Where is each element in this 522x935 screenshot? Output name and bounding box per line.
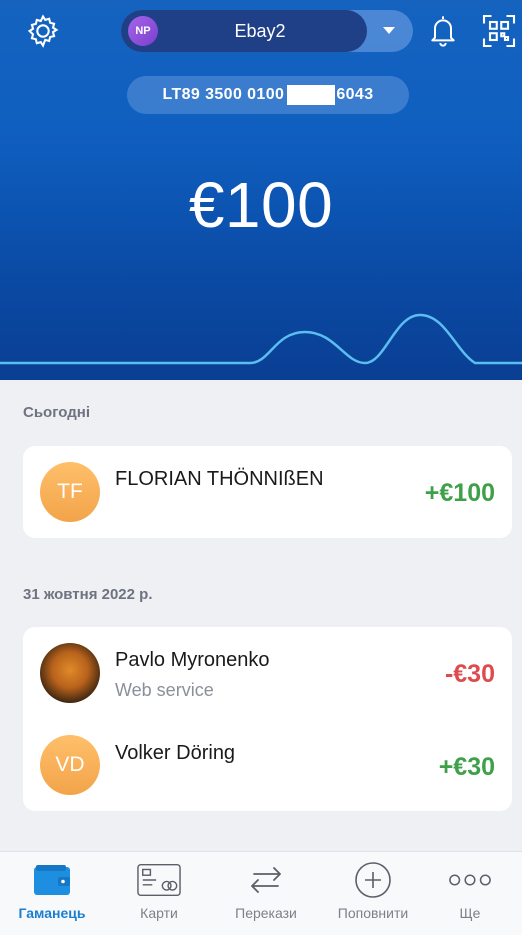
transaction-row[interactable]: TF FLORIAN THÖNNIßEN +€100 [23,446,512,538]
wallet-header: NP Ebay2 LT89 3500 0100 6043 €100 [0,0,522,380]
settings-gear-icon[interactable] [22,10,64,52]
tab-topup[interactable]: Поповнити [321,852,425,935]
transaction-name: Pavlo Myronenko [115,649,270,671]
balance-wave-graphic [0,313,522,365]
section-label-today: Сьогодні [23,404,90,421]
chevron-down-icon[interactable] [377,24,401,38]
transaction-name: Volker Döring [115,742,236,764]
transaction-group-oct31: Pavlo Myronenko Web service -€30 VD Volk… [23,627,512,811]
iban-redaction [287,85,336,105]
tab-wallet[interactable]: Гаманець [0,852,104,935]
balance-amount: €100 [188,169,334,241]
transfer-arrows-icon [244,862,288,898]
contact-photo-avatar [40,643,100,703]
transaction-row[interactable]: VD Volker Döring +€30 [23,719,512,811]
contact-avatar: VD [40,735,100,795]
tab-label: Поповнити [337,905,409,921]
transaction-group-today: TF FLORIAN THÖNNIßEN +€100 [23,446,512,538]
transaction-description: Web service [115,680,214,700]
tab-cards[interactable]: Карти [107,852,211,935]
transaction-amount: +€30 [438,753,495,781]
tab-label: Перекази [235,905,297,921]
tab-label: Карти [140,905,178,921]
qr-scan-icon[interactable] [478,10,520,52]
bottom-tab-bar: Гаманець Карти Перекази Поповнити Ще [0,851,522,935]
wallet-icon [30,862,74,898]
tab-more[interactable]: Ще [418,852,522,935]
tab-label: Гаманець [18,905,86,921]
contact-avatar: TF [40,462,100,522]
iban-suffix: 6043 [336,86,374,103]
plus-circle-icon [351,862,395,898]
cards-icon [137,862,181,898]
transaction-amount: -€30 [444,660,495,688]
account-switcher[interactable]: NP Ebay2 [121,10,413,52]
transaction-row[interactable]: Pavlo Myronenko Web service -€30 [23,627,512,719]
more-dots-icon [448,862,492,898]
tab-label: Ще [459,905,481,921]
notifications-bell-icon[interactable] [422,10,464,52]
transaction-name: FLORIAN THÖNNIßEN [115,468,324,490]
account-selected[interactable]: NP Ebay2 [121,10,367,52]
tab-transfers[interactable]: Перекази [214,852,318,935]
account-avatar: NP [128,16,158,46]
transaction-amount: +€100 [424,479,495,507]
iban-prefix: LT89 3500 0100 [162,86,285,103]
account-name: Ebay2 [234,21,286,41]
section-label-date: 31 жовтня 2022 р. [23,586,153,603]
iban-display[interactable]: LT89 3500 0100 6043 [127,76,409,114]
